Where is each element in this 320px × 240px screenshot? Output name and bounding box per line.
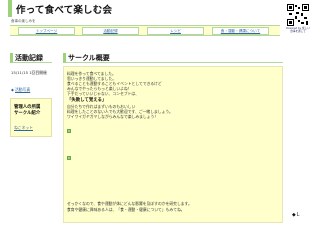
sidebar-heading-label: 活動記録 [15, 54, 43, 62]
qr-code-icon [287, 4, 309, 26]
bullet-icon: ◆ [11, 87, 14, 92]
page-top-link[interactable]: ◆Ｌ [292, 211, 301, 218]
powered-by-text: Powered by 楽しい食事を通して [286, 27, 310, 33]
site-header: 作って食べて楽しむ会 [8, 0, 270, 17]
circle-intro-box: 管理人の所属 サークル紹介 ねこネット [10, 98, 52, 137]
neko-net-link[interactable]: ねこネット [14, 125, 33, 131]
circle-intro-title: 管理人の所属 サークル紹介 [14, 105, 52, 117]
nav-item-recipe[interactable]: レシピ [147, 27, 204, 35]
content-line: ワイワイガヤガヤしながらみんなで楽しみましょう！ [67, 114, 159, 119]
site-title: 作って食べて楽しむ会 [16, 5, 113, 16]
concept-line: 「失敗して覚える」 [67, 98, 107, 103]
activity-photo-link[interactable]: 活動写真 [15, 87, 30, 93]
activity-date: 15/11/15 1回目開催 [11, 70, 47, 75]
main-heading: サークル概要 [63, 53, 283, 63]
nav-item-activity[interactable]: 活動記録 [82, 27, 139, 35]
sidebar-heading: 活動記録 [10, 53, 52, 63]
footer-line: 食育や健康に興味ある人は、「食・運動・健康について」もみてね。 [67, 207, 185, 212]
nav-item-health[interactable]: 食・運動・健康について [212, 27, 269, 35]
main-nav: トップページ 活動記録 レシピ 食・運動・健康について [10, 25, 280, 36]
image-placeholder-icon [67, 129, 71, 133]
image-placeholder-icon [67, 156, 71, 160]
main-heading-label: サークル概要 [68, 54, 110, 62]
circle-intro-title-line2: サークル紹介 [14, 111, 41, 116]
main-content: 料理を作って食べてました。 思いっきり運動してました。 食べることも運動すること… [63, 66, 283, 223]
nav-item-top[interactable]: トップページ [18, 27, 75, 35]
site-subline: 食事の楽しみを [11, 19, 36, 23]
